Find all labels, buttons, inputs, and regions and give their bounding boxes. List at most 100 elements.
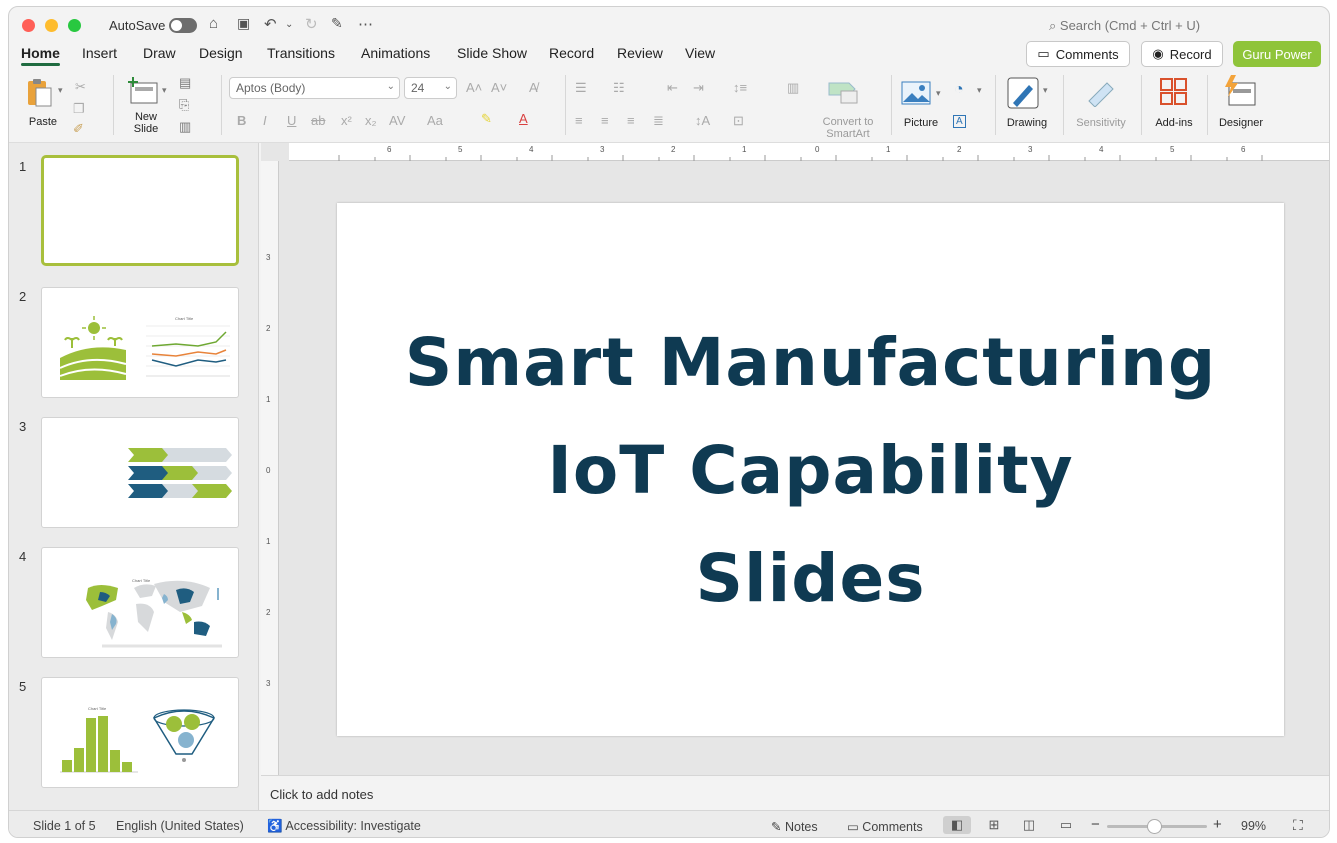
- zoom-in-icon[interactable]: +: [1213, 816, 1222, 833]
- underline-icon[interactable]: U: [287, 113, 296, 128]
- tab-animations[interactable]: Animations: [361, 45, 430, 61]
- more-icon[interactable]: ⋯: [358, 15, 373, 33]
- save-icon[interactable]: ▣: [237, 15, 250, 32]
- tab-view[interactable]: View: [685, 45, 715, 61]
- comments-button[interactable]: ▭ Comments: [1026, 41, 1130, 67]
- font-size-combo[interactable]: 24 ⌄: [404, 77, 457, 99]
- autosave-toggle[interactable]: [169, 18, 197, 33]
- customize-icon[interactable]: ✎: [331, 15, 343, 32]
- text-box-icon[interactable]: A: [953, 115, 966, 128]
- tab-record[interactable]: Record: [549, 45, 594, 61]
- undo-dropdown-chevron-icon[interactable]: ⌄: [285, 19, 293, 30]
- tab-transitions[interactable]: Transitions: [267, 45, 335, 61]
- bullets-icon[interactable]: ☰: [575, 80, 587, 96]
- add-ins-icon[interactable]: [1159, 77, 1189, 107]
- clear-formatting-icon[interactable]: A̸: [529, 80, 538, 95]
- font-color-icon[interactable]: A: [519, 111, 528, 126]
- cut-icon[interactable]: ✂: [75, 79, 86, 95]
- smartart-icon[interactable]: [827, 79, 861, 105]
- accessibility-button[interactable]: ♿ Accessibility: Investigate: [267, 819, 421, 834]
- comments-toggle-button[interactable]: ▭ Comments: [847, 819, 923, 834]
- increase-indent-icon[interactable]: ⇥: [693, 80, 704, 96]
- fit-to-window-icon[interactable]: ⛶: [1293, 817, 1303, 834]
- notes-toggle-button[interactable]: ✎ Notes: [771, 819, 818, 834]
- redo-icon[interactable]: ↻: [305, 15, 318, 33]
- columns-icon[interactable]: ▥: [787, 80, 799, 96]
- slide-thumbnail-4[interactable]: Chart Title: [41, 547, 239, 658]
- slide-thumbnail-3[interactable]: [41, 417, 239, 528]
- normal-view-icon[interactable]: ◧: [943, 816, 971, 834]
- notes-pane[interactable]: Click to add notes: [261, 775, 1329, 810]
- highlight-icon[interactable]: ✎: [481, 111, 492, 127]
- align-center-icon[interactable]: ≡: [601, 113, 609, 128]
- increase-font-icon[interactable]: A˄: [466, 80, 482, 95]
- strikethrough-icon[interactable]: ab: [311, 113, 325, 128]
- slide-thumbnail-2[interactable]: Chart Title: [41, 287, 239, 398]
- zoom-window-button[interactable]: [68, 19, 81, 32]
- shapes-icon[interactable]: ◔: [954, 81, 964, 99]
- search-box[interactable]: ⌕ Search (Cmd + Ctrl + U): [1049, 18, 1200, 34]
- font-size-value: 24: [411, 81, 425, 95]
- picture-icon[interactable]: [901, 81, 931, 105]
- character-spacing-icon[interactable]: AV: [389, 113, 405, 128]
- close-window-button[interactable]: [22, 19, 35, 32]
- sensitivity-icon[interactable]: [1085, 77, 1117, 107]
- slide-thumbnail-1[interactable]: [41, 155, 239, 266]
- paste-chevron-icon[interactable]: ▾: [58, 85, 63, 96]
- ruler-label: 5: [1170, 145, 1175, 154]
- drawing-chevron-icon[interactable]: ▾: [1043, 85, 1048, 96]
- tab-home[interactable]: Home: [21, 45, 60, 66]
- tab-slide-show[interactable]: Slide Show: [457, 45, 527, 61]
- align-right-icon[interactable]: ≡: [627, 113, 635, 128]
- change-case-icon[interactable]: Aa: [427, 113, 443, 128]
- copy-icon[interactable]: ❐: [73, 101, 85, 117]
- paste-icon[interactable]: [25, 77, 55, 109]
- layout-icon[interactable]: ▤: [179, 75, 191, 91]
- bold-icon[interactable]: B: [237, 113, 246, 128]
- reading-view-icon[interactable]: ◫: [1015, 816, 1043, 834]
- slide-number: 1: [19, 159, 27, 174]
- guru-power-button[interactable]: Guru Power: [1233, 41, 1321, 67]
- drawing-icon[interactable]: [1007, 77, 1039, 109]
- numbering-icon[interactable]: ☷: [613, 80, 625, 96]
- text-direction-icon[interactable]: ↕A: [695, 113, 710, 128]
- justify-icon[interactable]: ≣: [653, 113, 664, 129]
- decrease-font-icon[interactable]: A˅: [491, 80, 507, 95]
- section-icon[interactable]: ▥: [179, 119, 191, 135]
- tab-draw[interactable]: Draw: [143, 45, 176, 61]
- shapes-chevron-icon[interactable]: ▾: [977, 85, 982, 96]
- align-text-icon[interactable]: ⊡: [733, 113, 744, 129]
- presenter-view-icon[interactable]: ▭: [1052, 816, 1080, 834]
- slide-sorter-view-icon[interactable]: ⊞: [980, 816, 1008, 834]
- slide-thumbnail-5[interactable]: Chart Title: [41, 677, 239, 788]
- new-slide-chevron-icon[interactable]: ▾: [162, 85, 167, 96]
- tab-design[interactable]: Design: [199, 45, 243, 61]
- new-slide-label-1: New: [134, 111, 157, 123]
- horizontal-ruler: 6 5 4 3 2 1 0 1 2 3 4 5 6: [289, 143, 1329, 161]
- zoom-slider-thumb[interactable]: [1147, 819, 1162, 834]
- format-painter-icon[interactable]: ✐: [73, 121, 84, 137]
- align-left-icon[interactable]: ≡: [575, 113, 583, 128]
- comment-icon: ▭: [847, 820, 859, 834]
- reset-icon[interactable]: ⎘: [179, 97, 189, 113]
- zoom-out-icon[interactable]: −: [1091, 816, 1100, 833]
- line-spacing-icon[interactable]: ↕≡: [733, 80, 747, 95]
- zoom-level[interactable]: 99%: [1241, 819, 1266, 833]
- picture-chevron-icon[interactable]: ▾: [936, 88, 941, 99]
- language-indicator[interactable]: English (United States): [116, 819, 244, 833]
- new-slide-icon[interactable]: [127, 77, 159, 105]
- designer-icon[interactable]: [1223, 75, 1257, 107]
- tab-insert[interactable]: Insert: [82, 45, 117, 61]
- slide-canvas[interactable]: Smart Manufacturing IoT Capability Slide…: [337, 203, 1284, 736]
- minimize-window-button[interactable]: [45, 19, 58, 32]
- subscript-icon[interactable]: x₂: [365, 113, 377, 128]
- tab-review[interactable]: Review: [617, 45, 663, 61]
- italic-icon[interactable]: I: [263, 113, 267, 128]
- font-name-combo[interactable]: Aptos (Body) ⌄: [229, 77, 400, 99]
- record-button[interactable]: ◉ Record: [1141, 41, 1223, 67]
- undo-icon[interactable]: ↶: [264, 15, 277, 33]
- home-icon[interactable]: ⌂: [209, 15, 218, 32]
- slide-title[interactable]: Smart Manufacturing IoT Capability Slide…: [337, 309, 1284, 633]
- superscript-icon[interactable]: x²: [341, 113, 352, 128]
- decrease-indent-icon[interactable]: ⇤: [667, 80, 678, 96]
